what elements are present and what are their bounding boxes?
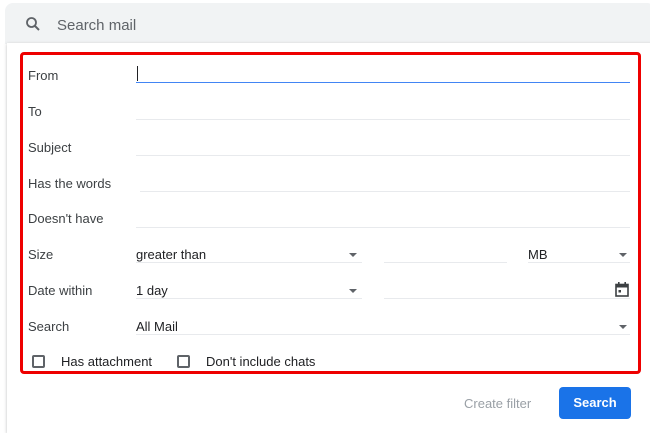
has-words-input[interactable] <box>140 191 630 192</box>
size-operator-value: greater than <box>136 247 207 262</box>
doesnt-have-input[interactable] <box>136 227 630 228</box>
has-attachment-checkbox[interactable] <box>32 355 45 368</box>
text-cursor <box>137 66 138 81</box>
date-within-value: 1 day <box>136 283 168 298</box>
chevron-down-icon <box>349 289 357 293</box>
dont-include-chats-checkbox[interactable] <box>177 355 190 368</box>
date-input[interactable] <box>384 298 630 299</box>
chevron-down-icon <box>619 253 627 257</box>
to-label: To <box>28 104 42 119</box>
highlight-box <box>20 52 641 374</box>
search-in-value: All Mail <box>136 319 178 334</box>
dont-include-chats-label[interactable]: Don't include chats <box>206 354 315 369</box>
from-input[interactable] <box>136 82 630 83</box>
search-placeholder: Search mail <box>57 17 137 34</box>
calendar-icon[interactable] <box>615 282 629 297</box>
search-button[interactable]: Search <box>559 387 631 419</box>
search-bar[interactable]: Search mail <box>5 3 650 44</box>
has-attachment-label[interactable]: Has attachment <box>61 354 152 369</box>
subject-input[interactable] <box>136 155 630 156</box>
subject-label: Subject <box>28 140 72 155</box>
size-unit-value: MB <box>528 247 548 262</box>
size-label: Size <box>28 247 54 262</box>
search-icon[interactable] <box>24 15 42 33</box>
chevron-down-icon <box>619 325 627 329</box>
from-label: From <box>28 68 59 83</box>
to-input[interactable] <box>136 119 630 120</box>
create-filter-button[interactable]: Create filter <box>464 396 531 411</box>
chevron-down-icon <box>349 253 357 257</box>
has-words-label: Has the words <box>28 176 112 191</box>
doesnt-have-label: Doesn't have <box>28 211 104 226</box>
search-in-label: Search <box>28 319 70 334</box>
size-value-input[interactable] <box>384 262 507 263</box>
date-within-label: Date within <box>28 283 93 298</box>
